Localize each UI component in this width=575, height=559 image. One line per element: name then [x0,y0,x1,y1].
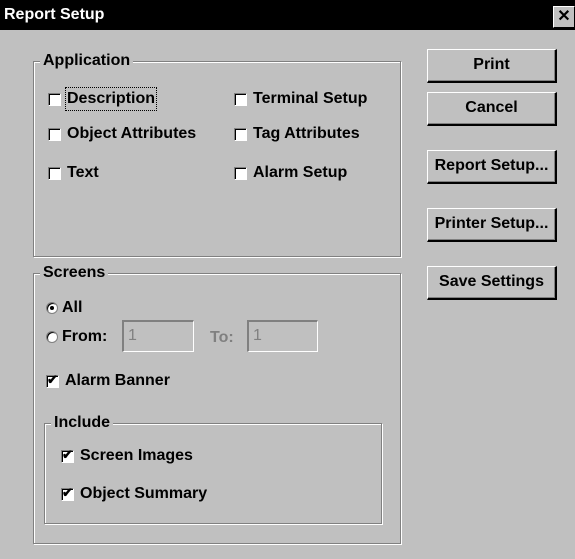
description-label: Description [64,87,158,111]
alarm-setup-checkbox-box[interactable] [234,166,247,180]
all-label: All [62,299,83,316]
object-summary-checkbox-box[interactable] [61,485,74,501]
report-setup-dialog: Report Setup ✕ Application Description O… [0,0,575,559]
from-input[interactable]: 1 [122,320,194,352]
description-checkbox[interactable]: Description [48,87,158,111]
application-group: Application Description Object Attribute… [33,51,401,257]
terminal-setup-checkbox-box[interactable] [234,92,247,106]
include-group: Include Screen Images Object Summary [44,413,382,524]
to-label: To: [210,329,234,346]
tag-attributes-label: Tag Attributes [253,125,360,142]
screen-images-checkbox[interactable]: Screen Images [61,446,193,466]
from-radio[interactable]: From: [46,327,107,347]
alarm-banner-checkbox-box[interactable] [46,372,59,388]
description-checkbox-box[interactable] [48,92,61,106]
object-summary-checkbox[interactable]: Object Summary [61,484,207,504]
alarm-setup-label: Alarm Setup [253,164,348,181]
all-radio-button[interactable] [46,302,58,314]
object-attributes-label: Object Attributes [67,125,197,142]
terminal-setup-label: Terminal Setup [253,90,368,107]
all-radio[interactable]: All [46,298,82,318]
screens-group: Screens All From: 1 To: 1 Alarm Banner I… [33,263,401,544]
alarm-banner-label: Alarm Banner [65,372,170,389]
text-checkbox-box[interactable] [48,166,61,180]
from-radio-button[interactable] [46,331,58,343]
terminal-setup-checkbox[interactable]: Terminal Setup [234,89,367,109]
cancel-button[interactable]: Cancel [427,92,557,126]
text-checkbox[interactable]: Text [48,163,99,183]
printer-setup-button[interactable]: Printer Setup... [427,208,557,242]
object-attributes-checkbox-box[interactable] [48,127,61,141]
application-legend: Application [40,51,134,71]
window-title: Report Setup [4,6,105,23]
alarm-setup-checkbox[interactable]: Alarm Setup [234,163,347,183]
screen-images-checkbox-box[interactable] [61,447,74,463]
print-button[interactable]: Print [427,49,557,83]
text-label: Text [67,164,99,181]
report-setup-button[interactable]: Report Setup... [427,150,557,184]
include-legend: Include [51,413,114,433]
screens-legend: Screens [40,263,109,283]
object-summary-label: Object Summary [80,485,208,502]
alarm-banner-checkbox[interactable]: Alarm Banner [46,371,170,391]
tag-attributes-checkbox-box[interactable] [234,127,247,141]
tag-attributes-checkbox[interactable]: Tag Attributes [234,124,360,144]
to-input[interactable]: 1 [247,320,318,352]
object-attributes-checkbox[interactable]: Object Attributes [48,124,196,144]
screen-images-label: Screen Images [80,447,193,464]
close-button[interactable]: ✕ [553,6,575,28]
title-bar[interactable]: Report Setup ✕ [0,0,575,30]
save-settings-button[interactable]: Save Settings [427,266,557,300]
from-label: From: [62,328,108,345]
